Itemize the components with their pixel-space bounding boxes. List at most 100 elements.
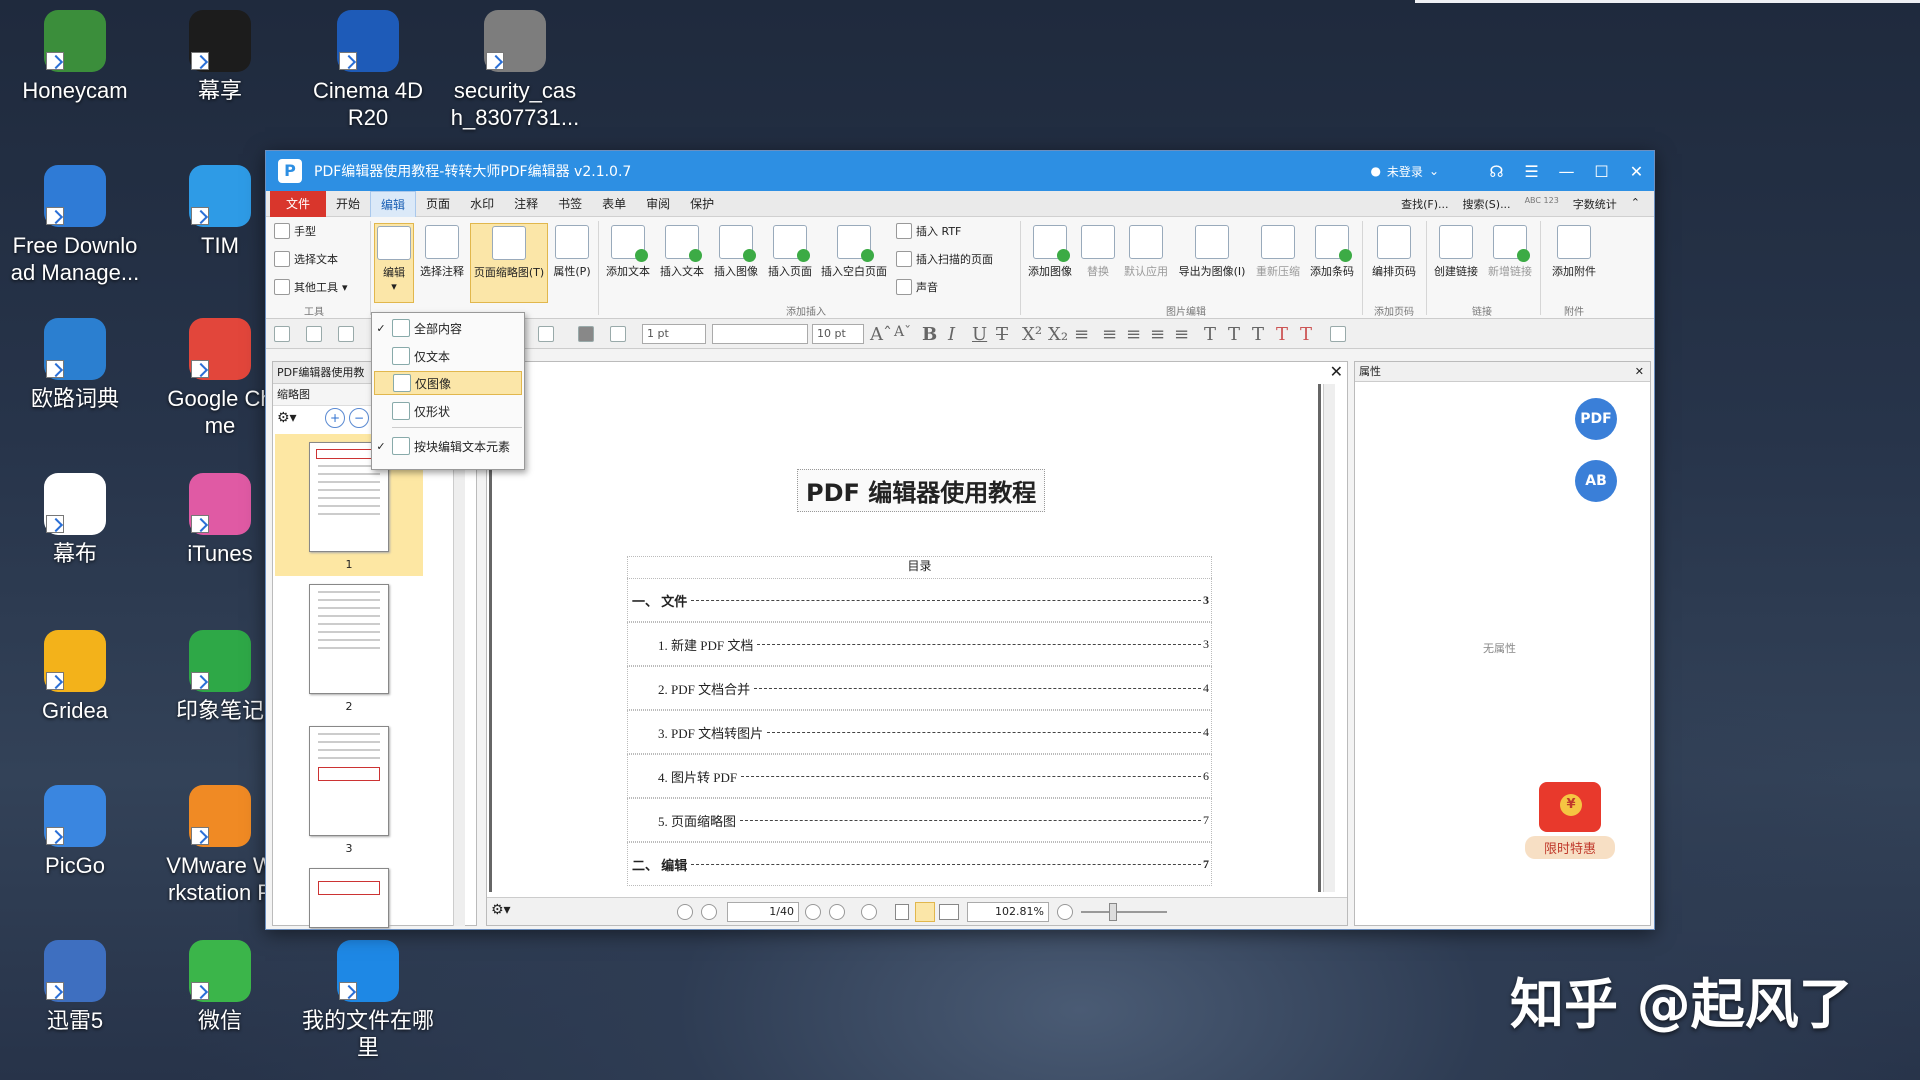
border-color-icon[interactable] [610,326,626,342]
zoom-slider-thumb[interactable] [1109,903,1117,921]
pdf-to-word-icon[interactable]: PDF [1575,398,1617,440]
desktop-icon-gridea[interactable]: Gridea [5,630,145,724]
account-area[interactable]: ● 未登录 ⌄ [1370,163,1439,180]
zoom-slider[interactable] [1081,911,1167,913]
fill-color-icon[interactable] [578,326,594,342]
continuous-page-icon[interactable] [915,902,935,922]
close-document-icon[interactable]: ✕ [1330,362,1343,381]
underline-icon[interactable]: U [972,324,987,345]
insert-image-button[interactable]: 插入图像 [710,223,762,279]
back-icon[interactable] [861,904,877,920]
edit-button[interactable]: 编辑 ▾ [374,223,414,303]
shrink-font-icon[interactable]: Aˇ [894,324,911,340]
add-text-button[interactable]: 添加文本 [602,223,654,279]
zoom-out-icon[interactable]: − [349,408,369,428]
menu-file[interactable]: 文件 [270,190,327,217]
align-center-icon[interactable]: ≡ [1126,324,1141,345]
subscript-icon[interactable]: X₂ [1048,324,1068,345]
menu-item-text-only[interactable]: 仅文本 [374,344,522,368]
open-folder-icon[interactable] [274,326,290,342]
menu-item-all-content[interactable]: ✓ 全部内容 [374,316,522,340]
page-thumbnail[interactable] [309,868,389,928]
first-page-icon[interactable] [677,904,693,920]
close-button[interactable]: ✕ [1619,162,1654,181]
account-status[interactable]: 未登录 [1387,163,1423,180]
desktop-icon-picgo[interactable]: PicGo [5,785,145,879]
zoom-out-button[interactable] [1057,904,1073,920]
desktop-icon-eudic[interactable]: 欧路词典 [5,318,145,412]
menu-item-shape-only[interactable]: 仅形状 [374,399,522,423]
thumbnail-scrollbar[interactable] [453,408,465,926]
zoom-in-icon[interactable]: + [325,408,345,428]
menu-review[interactable]: 审阅 [636,191,680,217]
insert-rtf-button[interactable]: 插入 RTF [896,223,961,239]
default-apply-button[interactable]: 默认应用 [1120,223,1172,279]
properties-button[interactable]: 属性(P) [550,223,594,279]
document-scrollbar[interactable] [1323,384,1335,892]
align-left-icon[interactable]: ≡ [1102,324,1117,345]
redo-icon[interactable] [538,326,554,342]
toc-row[interactable]: 4. 图片转 PDF 6 [627,754,1212,798]
font-size-select[interactable]: 10 pt [812,324,864,344]
wordcount-button[interactable]: 字数统计 [1573,196,1617,212]
add-barcode-button[interactable]: 添加条码 [1306,223,1358,279]
export-image-button[interactable]: 导出为图像(I) [1174,223,1250,279]
page-thumbnail[interactable] [309,584,389,694]
add-attachment-button[interactable]: 添加附件 [1546,223,1602,279]
list-icon[interactable]: ≡ [1074,324,1089,345]
maximize-button[interactable]: ☐ [1584,162,1619,181]
text-erase-icon[interactable]: T [1300,324,1312,345]
menu-bookmark[interactable]: 书签 [548,191,592,217]
text-highlight-icon[interactable]: T [1228,324,1240,345]
format-settings-icon[interactable] [1330,326,1346,342]
select-text-tool[interactable]: 选择文本 [274,251,338,267]
toc-row[interactable]: 1. 新建 PDF 文档 3 [627,622,1212,666]
text-style-icon[interactable]: T [1204,324,1216,345]
view-settings-icon[interactable]: ⚙▾ [491,902,511,918]
prev-page-icon[interactable] [701,904,717,920]
menu-item-block-edit[interactable]: ✓ 按块编辑文本元素 [374,434,522,458]
bold-icon[interactable]: B [922,324,937,345]
line-width-select[interactable]: 1 pt [642,324,706,344]
close-panel-icon[interactable]: ✕ [1635,362,1644,382]
next-page-icon[interactable] [805,904,821,920]
menu-button[interactable]: ☰ [1514,162,1549,181]
justify-icon[interactable]: ≡ [1174,324,1189,345]
headset-icon[interactable]: ☊ [1479,162,1514,181]
menu-annotate[interactable]: 注释 [504,191,548,217]
sound-button[interactable]: 声音 [896,279,938,295]
hand-tool[interactable]: 手型 [274,223,316,239]
desktop-icon-free-download-manager[interactable]: Free Downlo ad Manage... [5,165,145,286]
menu-form[interactable]: 表单 [592,191,636,217]
find-button[interactable]: 查找(F)... [1401,196,1448,212]
insert-text-button[interactable]: 插入文本 [656,223,708,279]
replace-button[interactable]: 替换 [1078,223,1118,279]
thumb-settings-icon[interactable]: ⚙▾ [277,410,297,426]
desktop-icon-muxiang[interactable]: 幕享 [150,10,290,104]
select-annotation-button[interactable]: 选择注释 [416,223,468,279]
collapse-ribbon-icon[interactable]: ⌃ [1631,196,1640,212]
desktop-icon-honeycam[interactable]: Honeycam [5,10,145,104]
page-thumbnail-button[interactable]: 页面缩略图(T) [470,223,548,303]
minimize-button[interactable]: — [1549,162,1584,181]
zoom-select[interactable]: 102.81% [967,902,1049,922]
create-link-button[interactable]: 创建链接 [1430,223,1482,279]
menu-edit[interactable]: 编辑 [370,190,417,217]
align-right-icon[interactable]: ≡ [1150,324,1165,345]
insert-scanned-page-button[interactable]: 插入扫描的页面 [896,251,993,267]
menu-watermark[interactable]: 水印 [460,191,504,217]
italic-icon[interactable]: I [948,324,955,345]
bates-number-button[interactable]: 编排页码 [1366,223,1422,279]
menu-page[interactable]: 页面 [416,191,460,217]
font-name-select[interactable] [712,324,808,344]
translate-icon[interactable]: AB [1575,460,1617,502]
menu-start[interactable]: 开始 [326,191,370,217]
desktop-icon-where-is-my-file[interactable]: 我的文件在哪 里 [298,940,438,1061]
promo-badge[interactable]: 限时特惠 [1525,782,1615,859]
new-document-icon[interactable] [306,326,322,342]
single-page-icon[interactable] [895,904,909,920]
desktop-icon-cinema4d[interactable]: Cinema 4D R20 [298,10,438,131]
two-page-icon[interactable] [939,904,959,920]
strikethrough-icon[interactable]: T [996,324,1008,345]
desktop-icon-xunlei[interactable]: 迅雷5 [5,940,145,1034]
